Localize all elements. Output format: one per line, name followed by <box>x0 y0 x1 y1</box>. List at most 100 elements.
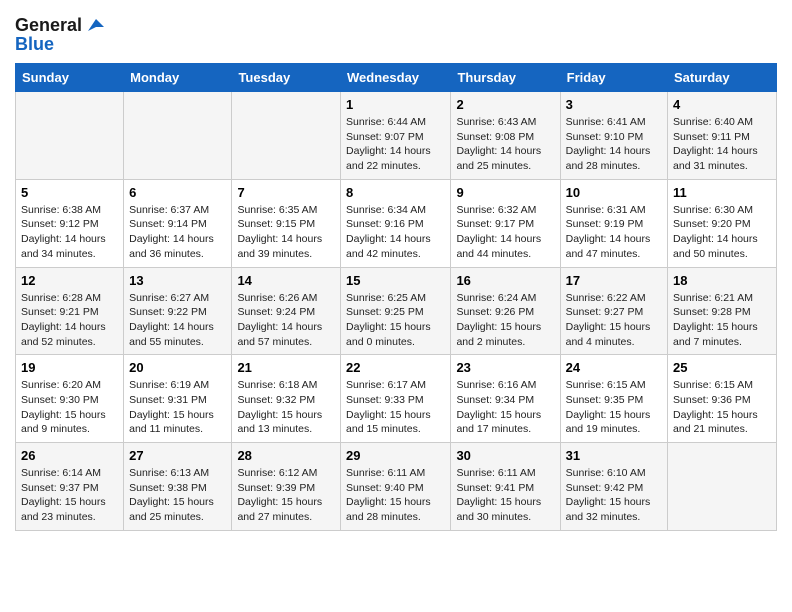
day-number: 5 <box>21 185 118 200</box>
calendar-cell: 15 Sunrise: 6:25 AM Sunset: 9:25 PM Dayli… <box>341 267 451 355</box>
day-number: 19 <box>21 360 118 375</box>
day-number: 20 <box>129 360 226 375</box>
day-info: Sunrise: 6:11 AM Sunset: 9:41 PM Dayligh… <box>456 466 554 525</box>
calendar-cell: 7 Sunrise: 6:35 AM Sunset: 9:15 PM Daylig… <box>232 179 341 267</box>
day-info: Sunrise: 6:25 AM Sunset: 9:25 PM Dayligh… <box>346 291 445 350</box>
calendar-cell: 4 Sunrise: 6:40 AM Sunset: 9:11 PM Daylig… <box>668 92 777 180</box>
calendar-cell: 13 Sunrise: 6:27 AM Sunset: 9:22 PM Dayli… <box>124 267 232 355</box>
calendar-cell: 18 Sunrise: 6:21 AM Sunset: 9:28 PM Dayli… <box>668 267 777 355</box>
day-number: 9 <box>456 185 554 200</box>
day-info: Sunrise: 6:40 AM Sunset: 9:11 PM Dayligh… <box>673 115 771 174</box>
calendar-week-row: 5Sunrise: 6:38 AM Sunset: 9:12 PM Daylig… <box>16 179 777 267</box>
calendar-cell <box>668 443 777 531</box>
day-number: 25 <box>673 360 771 375</box>
day-info: Sunrise: 6:10 AM Sunset: 9:42 PM Dayligh… <box>566 466 662 525</box>
day-info: Sunrise: 6:17 AM Sunset: 9:33 PM Dayligh… <box>346 378 445 437</box>
day-number: 22 <box>346 360 445 375</box>
logo-blue: Blue <box>15 34 54 55</box>
col-header-thursday: Thursday <box>451 64 560 92</box>
calendar-cell: 12Sunrise: 6:28 AM Sunset: 9:21 PM Dayli… <box>16 267 124 355</box>
calendar-cell: 29Sunrise: 6:11 AM Sunset: 9:40 PM Dayli… <box>341 443 451 531</box>
day-number: 18 <box>673 273 771 288</box>
day-info: Sunrise: 6:30 AM Sunset: 9:20 PM Dayligh… <box>673 203 771 262</box>
day-number: 29 <box>346 448 445 463</box>
day-number: 15 <box>346 273 445 288</box>
calendar-cell: 16Sunrise: 6:24 AM Sunset: 9:26 PM Dayli… <box>451 267 560 355</box>
calendar-week-row: 12Sunrise: 6:28 AM Sunset: 9:21 PM Dayli… <box>16 267 777 355</box>
day-info: Sunrise: 6:41 AM Sunset: 9:10 PM Dayligh… <box>566 115 662 174</box>
calendar-cell: 17 Sunrise: 6:22 AM Sunset: 9:27 PM Dayli… <box>560 267 667 355</box>
calendar-cell: 26 Sunrise: 6:14 AM Sunset: 9:37 PM Dayli… <box>16 443 124 531</box>
day-info: Sunrise: 6:22 AM Sunset: 9:27 PM Dayligh… <box>566 291 662 350</box>
col-header-monday: Monday <box>124 64 232 92</box>
day-info: Sunrise: 6:13 AM Sunset: 9:38 PM Dayligh… <box>129 466 226 525</box>
calendar-cell: 27 Sunrise: 6:13 AM Sunset: 9:38 PM Dayli… <box>124 443 232 531</box>
calendar-cell: 23 Sunrise: 6:16 AM Sunset: 9:34 PM Dayli… <box>451 355 560 443</box>
day-number: 30 <box>456 448 554 463</box>
day-info: Sunrise: 6:26 AM Sunset: 9:24 PM Dayligh… <box>237 291 335 350</box>
calendar-cell: 3 Sunrise: 6:41 AM Sunset: 9:10 PM Daylig… <box>560 92 667 180</box>
day-info: Sunrise: 6:15 AM Sunset: 9:36 PM Dayligh… <box>673 378 771 437</box>
day-number: 8 <box>346 185 445 200</box>
col-header-friday: Friday <box>560 64 667 92</box>
calendar-cell: 5Sunrise: 6:38 AM Sunset: 9:12 PM Daylig… <box>16 179 124 267</box>
day-number: 14 <box>237 273 335 288</box>
calendar-cell: 14 Sunrise: 6:26 AM Sunset: 9:24 PM Dayli… <box>232 267 341 355</box>
calendar-container: General Blue SundayMondayTuesdayWednesda… <box>0 0 792 541</box>
calendar-week-row: 26 Sunrise: 6:14 AM Sunset: 9:37 PM Dayli… <box>16 443 777 531</box>
day-number: 26 <box>21 448 118 463</box>
day-info: Sunrise: 6:35 AM Sunset: 9:15 PM Dayligh… <box>237 203 335 262</box>
col-header-sunday: Sunday <box>16 64 124 92</box>
calendar-cell: 1 Sunrise: 6:44 AM Sunset: 9:07 PM Daylig… <box>341 92 451 180</box>
day-info: Sunrise: 6:21 AM Sunset: 9:28 PM Dayligh… <box>673 291 771 350</box>
day-number: 17 <box>566 273 662 288</box>
day-number: 28 <box>237 448 335 463</box>
day-number: 1 <box>346 97 445 112</box>
calendar-table: SundayMondayTuesdayWednesdayThursdayFrid… <box>15 63 777 531</box>
day-info: Sunrise: 6:16 AM Sunset: 9:34 PM Dayligh… <box>456 378 554 437</box>
calendar-cell: 6 Sunrise: 6:37 AM Sunset: 9:14 PM Daylig… <box>124 179 232 267</box>
calendar-cell: 25 Sunrise: 6:15 AM Sunset: 9:36 PM Dayli… <box>668 355 777 443</box>
calendar-header: General Blue <box>15 10 777 55</box>
day-number: 6 <box>129 185 226 200</box>
day-number: 4 <box>673 97 771 112</box>
day-number: 7 <box>237 185 335 200</box>
calendar-cell: 9 Sunrise: 6:32 AM Sunset: 9:17 PM Daylig… <box>451 179 560 267</box>
day-number: 23 <box>456 360 554 375</box>
day-number: 21 <box>237 360 335 375</box>
calendar-cell <box>124 92 232 180</box>
calendar-cell: 30 Sunrise: 6:11 AM Sunset: 9:41 PM Dayli… <box>451 443 560 531</box>
day-info: Sunrise: 6:20 AM Sunset: 9:30 PM Dayligh… <box>21 378 118 437</box>
day-info: Sunrise: 6:32 AM Sunset: 9:17 PM Dayligh… <box>456 203 554 262</box>
calendar-header-row: SundayMondayTuesdayWednesdayThursdayFrid… <box>16 64 777 92</box>
day-info: Sunrise: 6:43 AM Sunset: 9:08 PM Dayligh… <box>456 115 554 174</box>
calendar-cell: 8 Sunrise: 6:34 AM Sunset: 9:16 PM Daylig… <box>341 179 451 267</box>
day-info: Sunrise: 6:15 AM Sunset: 9:35 PM Dayligh… <box>566 378 662 437</box>
col-header-tuesday: Tuesday <box>232 64 341 92</box>
day-number: 31 <box>566 448 662 463</box>
day-number: 3 <box>566 97 662 112</box>
calendar-cell: 11Sunrise: 6:30 AM Sunset: 9:20 PM Dayli… <box>668 179 777 267</box>
col-header-saturday: Saturday <box>668 64 777 92</box>
day-number: 13 <box>129 273 226 288</box>
day-info: Sunrise: 6:14 AM Sunset: 9:37 PM Dayligh… <box>21 466 118 525</box>
day-number: 16 <box>456 273 554 288</box>
day-number: 2 <box>456 97 554 112</box>
day-info: Sunrise: 6:27 AM Sunset: 9:22 PM Dayligh… <box>129 291 226 350</box>
calendar-cell: 10Sunrise: 6:31 AM Sunset: 9:19 PM Dayli… <box>560 179 667 267</box>
calendar-cell: 21Sunrise: 6:18 AM Sunset: 9:32 PM Dayli… <box>232 355 341 443</box>
day-info: Sunrise: 6:37 AM Sunset: 9:14 PM Dayligh… <box>129 203 226 262</box>
day-info: Sunrise: 6:44 AM Sunset: 9:07 PM Dayligh… <box>346 115 445 174</box>
day-info: Sunrise: 6:19 AM Sunset: 9:31 PM Dayligh… <box>129 378 226 437</box>
calendar-cell <box>16 92 124 180</box>
calendar-cell <box>232 92 341 180</box>
day-info: Sunrise: 6:34 AM Sunset: 9:16 PM Dayligh… <box>346 203 445 262</box>
day-number: 24 <box>566 360 662 375</box>
calendar-cell: 2 Sunrise: 6:43 AM Sunset: 9:08 PM Daylig… <box>451 92 560 180</box>
calendar-week-row: 1 Sunrise: 6:44 AM Sunset: 9:07 PM Daylig… <box>16 92 777 180</box>
calendar-week-row: 19 Sunrise: 6:20 AM Sunset: 9:30 PM Dayli… <box>16 355 777 443</box>
day-number: 27 <box>129 448 226 463</box>
logo-bird-icon <box>84 17 106 35</box>
day-number: 12 <box>21 273 118 288</box>
logo-general: General <box>15 15 82 36</box>
